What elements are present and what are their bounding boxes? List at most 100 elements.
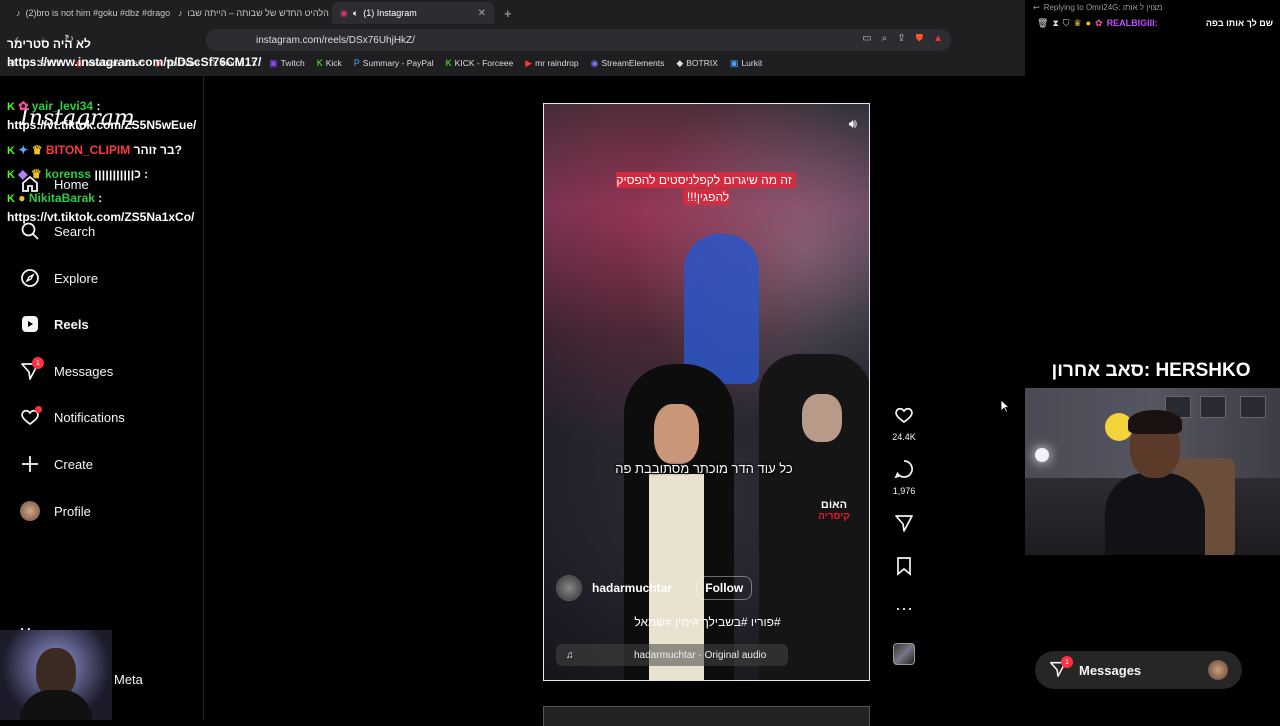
- sidebar-item-profile[interactable]: Profile: [20, 496, 91, 526]
- next-reel-preview[interactable]: [543, 706, 870, 726]
- explore-icon: [20, 268, 40, 288]
- wall-frame: [1200, 396, 1226, 418]
- share-icon[interactable]: ⇪: [897, 33, 905, 44]
- reel-figure: [654, 404, 699, 464]
- audio-pill[interactable]: ♫ hadarmuchtar · Original audio: [556, 644, 788, 666]
- new-tab-button[interactable]: +: [504, 6, 512, 21]
- send-icon: [884, 513, 924, 537]
- address-bar-actions: ▭ ⌕ ⇪ ⛊ ▲: [862, 33, 943, 44]
- gift-badge-icon: ✿: [18, 99, 29, 113]
- cast-icon[interactable]: ▭: [862, 33, 871, 44]
- audio-label: hadarmuchtar · Original audio: [634, 649, 767, 661]
- chat-text: : כןןןןןןןןןןן: [94, 167, 149, 181]
- bookmark-botrix[interactable]: ◆ BOTRIX: [676, 58, 718, 69]
- author-name[interactable]: hadarmuchtar: [592, 581, 672, 595]
- kick-badge-icon: K: [7, 169, 15, 181]
- like-button[interactable]: 24.4K: [884, 405, 924, 442]
- close-tab-icon[interactable]: ✕: [478, 8, 486, 19]
- chat-message: לא היה סטרימר https://www.instagram.com/…: [7, 37, 262, 69]
- reels-icon: [20, 314, 40, 334]
- kick-badge-icon: K: [7, 101, 15, 113]
- badge-icon: ◆: [18, 167, 28, 181]
- separator-dot: •: [682, 581, 687, 595]
- like-count: 24.4K: [892, 432, 916, 442]
- tiktok-icon: ♪: [16, 8, 21, 18]
- save-button[interactable]: [884, 556, 924, 580]
- badge-icon: ✦: [18, 143, 29, 157]
- reel-figure: [802, 394, 842, 442]
- meta-label[interactable]: Meta: [114, 672, 143, 687]
- brave-rewards-icon[interactable]: ▲: [933, 33, 943, 44]
- follow-button[interactable]: Follow: [696, 576, 753, 600]
- bookmark-icon: [884, 556, 924, 580]
- webcam-feed: [1025, 388, 1280, 555]
- streamer-hair: [1128, 410, 1182, 434]
- reel-hashtags[interactable]: #פוריו #בשבילך #ימין #שמאל: [544, 615, 869, 629]
- kick-badge-icon: K: [7, 145, 15, 157]
- brave-shield-icon[interactable]: ⛊: [916, 33, 924, 44]
- sidebar-item-create[interactable]: Create: [20, 449, 93, 479]
- bookmark-kick-forceee[interactable]: K KICK - Forceee: [446, 58, 514, 68]
- stream-chat-overlay: ↩ Replying to Omri24G: מצוין ל אותו 🗑︎ ⧗…: [1025, 0, 1280, 385]
- chat-top-row: 🗑︎ ⧗ ⛉ ♛ ● ✿ REALBIGIII: שם לך אותו בפה: [1037, 16, 1273, 30]
- zoom-icon[interactable]: ⌕: [882, 33, 888, 44]
- tab-title: (2)bro is not him #goku #dbz #drago: [25, 8, 171, 18]
- reply-header: ↩ Replying to Omri24G: מצוין ל אותו: [1033, 3, 1163, 12]
- bookmark-kick[interactable]: K Kick: [317, 58, 342, 68]
- speaker-icon[interactable]: 🔈︎: [353, 8, 358, 19]
- hourglass-icon: ⧗: [1052, 17, 1059, 28]
- audio-thumbnail[interactable]: [893, 643, 915, 665]
- ring-light: [1035, 448, 1049, 462]
- share-button[interactable]: [884, 513, 924, 537]
- reel-figure: [684, 234, 759, 384]
- tab-tiktok-1[interactable]: ♪ (2)bro is not him #goku #dbz #drago: [8, 2, 170, 24]
- volume-icon[interactable]: 🔊︎: [849, 116, 857, 132]
- chat-username: korenss: [44, 167, 92, 181]
- address-bar[interactable]: instagram.com/reels/DSx76UhjHkZ/ ▭ ⌕ ⇪ ⛊…: [206, 29, 951, 51]
- chat-message: K ✿ yair_levi34 : https://vt.tiktok.com/…: [7, 97, 252, 134]
- wall-frame: [1240, 396, 1266, 418]
- messages-badge: 1: [32, 357, 44, 369]
- shield-icon: ⛉: [1062, 17, 1070, 28]
- bookmark-lurkit[interactable]: ▣ Lurkit: [730, 58, 762, 69]
- bookmark-streamelements[interactable]: ◉ StreamElements: [591, 58, 665, 69]
- tiktok-icon: ♪: [178, 8, 183, 18]
- comment-button[interactable]: 1,976: [884, 459, 924, 496]
- chat-text: ?בר זוהר: [133, 143, 182, 157]
- bookmark-paypal[interactable]: P Summary - PayPal: [354, 58, 434, 68]
- tab-title: הלהיט החדש של שבותה – הייתה שבו: [187, 8, 329, 18]
- tab-instagram[interactable]: ◉ 🔈︎ (1) Instagram ✕: [332, 2, 494, 24]
- reply-icon: ↩: [1033, 3, 1040, 12]
- kick-icon: K: [445, 58, 452, 68]
- bookmark-twitch[interactable]: ▣ Twitch: [269, 58, 305, 69]
- chat-message: K ✦ ♛ BITON_CLIPIM ?בר זוהר: [7, 141, 252, 160]
- url-text: instagram.com/reels/DSx76UhjHkZ/: [256, 34, 415, 46]
- reel-video[interactable]: האוֹם קיסריה 🔊︎ זה מה שיגרום לקפלניסטים …: [543, 103, 870, 681]
- plus-icon: [20, 454, 40, 474]
- messages-pill-badge: 1: [1061, 656, 1073, 668]
- comment-icon: [884, 459, 924, 483]
- heart-icon: [884, 405, 924, 429]
- sidebar-item-explore[interactable]: Explore: [20, 263, 98, 293]
- reel-mid-caption: כל עוד הדר מוכתר מסתובבת פה: [615, 461, 793, 476]
- tab-tiktok-2[interactable]: ♪ הלהיט החדש של שבותה – הייתה שבו: [170, 2, 332, 24]
- coin-badge-icon: ●: [18, 191, 26, 205]
- chat-username: NikitaBarak: [28, 191, 95, 205]
- chat-message: K ● NikitaBarak : https://vt.tiktok.com/…: [7, 189, 252, 226]
- kick-icon: K: [316, 58, 323, 68]
- twitch-icon: ▣: [269, 57, 278, 68]
- sidebar-item-reels[interactable]: Reels: [20, 309, 89, 339]
- botrix-icon: ◆: [676, 57, 684, 68]
- messages-pill-label: Messages: [1079, 662, 1142, 678]
- youtube-icon: ▶: [525, 57, 533, 68]
- instagram-icon: ◉: [340, 7, 348, 18]
- author-avatar[interactable]: [556, 575, 582, 601]
- hoodie-print: האוֹם קיסריה: [818, 499, 850, 523]
- bookmark-mr-raindrop[interactable]: ▶ mr raindrop: [525, 58, 578, 69]
- paypal-icon: P: [353, 58, 360, 68]
- more-options-button[interactable]: ···: [884, 598, 924, 618]
- notification-dot: [35, 406, 42, 413]
- streamelements-icon: ◉: [590, 57, 599, 68]
- crown-badge-icon: ♛: [30, 167, 42, 181]
- kick-badge-icon: K: [7, 193, 15, 205]
